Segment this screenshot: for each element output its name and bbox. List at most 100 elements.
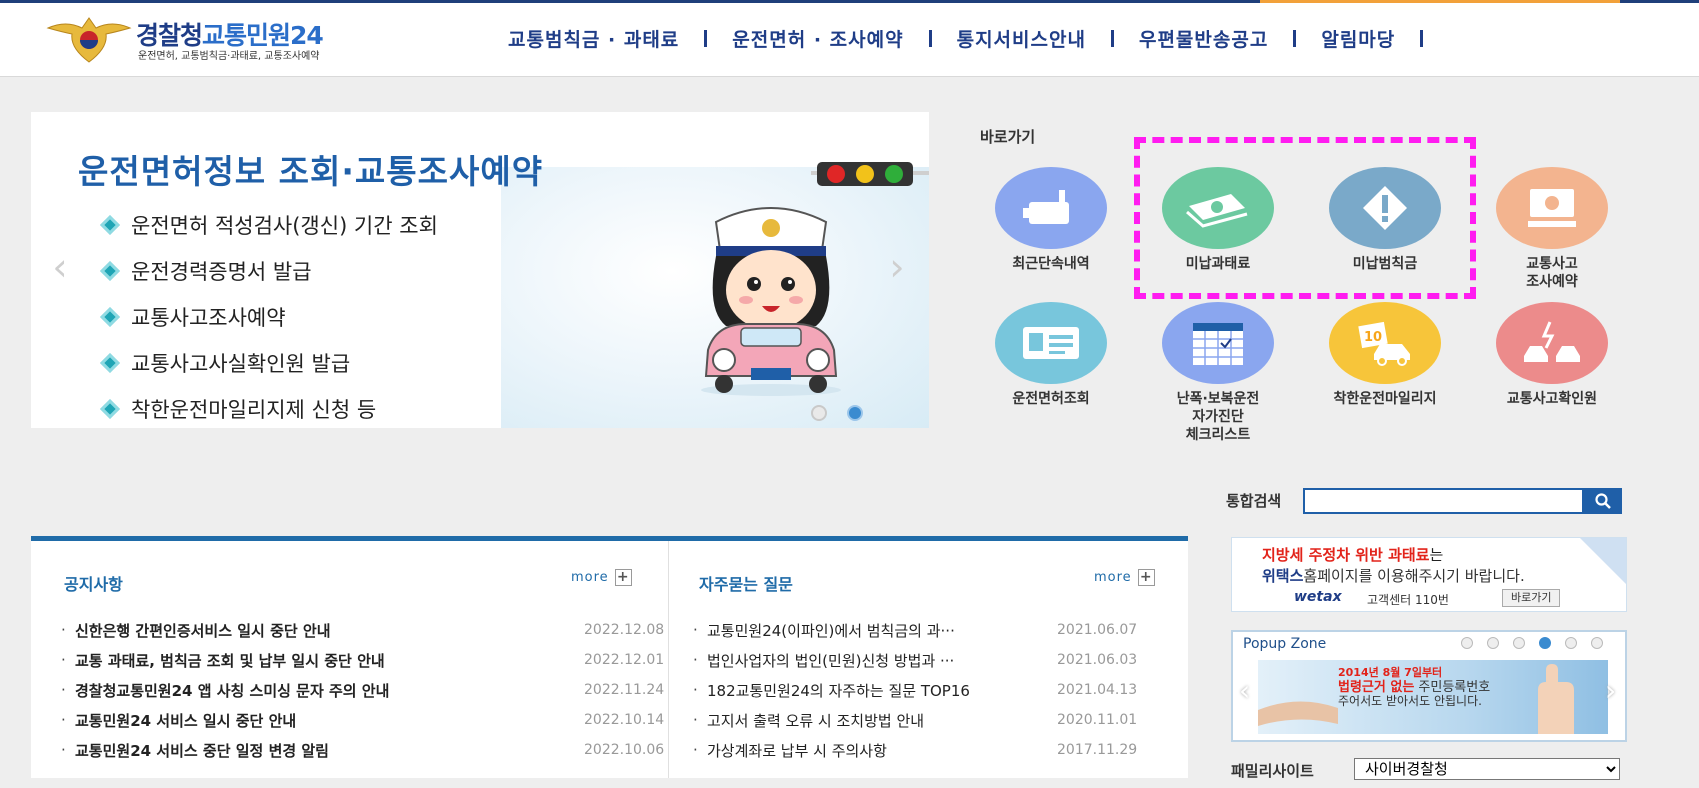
wetax-shortcut-button[interactable]: 바로가기	[1502, 589, 1561, 607]
wetax-call-center: 고객센터 110번	[1367, 593, 1449, 607]
popup-prev-button[interactable]: ‹	[1239, 674, 1250, 707]
notice-date: 2022.10.14	[584, 712, 665, 728]
faq-date: 2020.11.01	[1057, 712, 1138, 728]
monitor-icon	[1496, 167, 1608, 249]
search-button[interactable]	[1584, 488, 1622, 514]
banner-list-item: 교통사고조사예약	[100, 294, 438, 340]
calendar-check-icon	[1162, 302, 1274, 384]
logo-title-prefix: 경찰청	[136, 21, 203, 50]
site-logo[interactable]: 경찰청교통민원24 운전면허, 교통범칙금·과태료, 교통조사예약	[46, 14, 406, 64]
nav-separator	[1110, 30, 1114, 47]
id-card-icon	[995, 302, 1107, 384]
nav-returned-mail[interactable]: 우편물반송공고	[1139, 25, 1268, 52]
banner-item-text: 착한운전마일리지제 신청 등	[131, 398, 377, 422]
police-emblem-icon	[46, 17, 132, 63]
banner-item-text: 교통사고조사예약	[131, 306, 286, 330]
faq-item[interactable]: · 가상계좌로 납부 시 주의사항 2017.11.29	[693, 735, 1137, 765]
quick-accident-certificate[interactable]: 교통사고확인원	[1477, 302, 1627, 408]
quick-good-driving-mileage[interactable]: 10 착한운전마일리지	[1310, 302, 1460, 408]
bullet: ·	[61, 711, 66, 729]
main-banner[interactable]: 운전면허정보 조회·교통조사예약 운전면허 적성검사(갱신) 기간 조회 운전경…	[31, 112, 929, 428]
quick-recent-enforcement[interactable]: 최근단속내역	[976, 167, 1126, 273]
nav-license[interactable]: 운전면허 · 조사예약	[732, 25, 903, 52]
camera-icon	[995, 167, 1107, 249]
notice-title: 교통 과태료, 범칙금 조회 및 납부 일시 중단 안내	[75, 651, 385, 670]
board-panel: 공지사항 more + · 신한은행 간편인증서비스 일시 중단 안내 2022.12…	[31, 536, 1188, 778]
highlight-box	[1134, 137, 1476, 299]
search-icon	[1595, 493, 1611, 509]
logo-subtitle: 운전면허, 교통범칙금·과태료, 교통조사예약	[138, 51, 320, 62]
banner-dot-2[interactable]	[847, 405, 863, 421]
nav-fines[interactable]: 교통범칙금 · 과태료	[508, 25, 679, 52]
notices-more-button[interactable]: more +	[571, 569, 632, 586]
banner-prev-button[interactable]: ‹	[45, 247, 75, 287]
nav-announcements[interactable]: 알림마당	[1321, 25, 1395, 52]
bullet: ·	[693, 651, 698, 669]
faq-item[interactable]: · 고지서 출력 오류 시 조치방법 안내 2020.11.01	[693, 705, 1137, 735]
faq-date: 2021.06.07	[1057, 622, 1138, 638]
popup-dot-5[interactable]	[1565, 637, 1577, 649]
popup-next-button[interactable]: ›	[1605, 674, 1616, 707]
wetax-logo: wetax	[1294, 589, 1342, 605]
notice-date: 2022.12.08	[584, 622, 665, 638]
diamond-bullet-icon	[100, 399, 120, 419]
faq-question: 고지서 출력 오류 시 조치방법 안내	[707, 711, 925, 730]
faq-item[interactable]: · 182교통민원24의 자주하는 질문 TOP16 2021.04.13	[693, 675, 1137, 705]
hand-card-illustration	[1258, 701, 1338, 726]
wetax-line2-rest: 홈페이지를 이용해주시기 바랍니다.	[1303, 567, 1525, 585]
banner-list-item: 운전경력증명서 발급	[100, 248, 438, 294]
quick-aggressive-driving-checklist[interactable]: 난폭·보복운전 자가진단 체크리스트	[1143, 302, 1293, 444]
banner-list-item: 교통사고사실확인원 발급	[100, 340, 438, 386]
bullet: ·	[693, 681, 698, 699]
popup-text-sub: 주어서도 받아서도 안됩니다.	[1338, 694, 1482, 708]
wetax-line1-rest: 는	[1429, 546, 1444, 564]
notice-item[interactable]: · 신한은행 간편인증서비스 일시 중단 안내 2022.12.08	[61, 615, 664, 645]
police-character-illustration	[701, 207, 841, 396]
popup-dot-2[interactable]	[1487, 637, 1499, 649]
banner-item-text: 운전경력증명서 발급	[131, 260, 312, 284]
diamond-bullet-icon	[100, 353, 120, 373]
faq-item[interactable]: · 교통민원24(이파인)에서 범칙금의 과··· 2021.06.07	[693, 615, 1137, 645]
banner-list: 운전면허 적성검사(갱신) 기간 조회 운전경력증명서 발급 교통사고조사예약 …	[100, 202, 438, 428]
wetax-line1: 지방세 주정차 위반 과태료는	[1262, 544, 1443, 565]
quick-label: 난폭·보복운전 자가진단 체크리스트	[1176, 391, 1260, 443]
popup-dot-4[interactable]	[1539, 637, 1551, 649]
search-label: 통합검색	[1226, 492, 1282, 510]
quick-accident-reservation[interactable]: 교통사고 조사예약	[1477, 167, 1627, 291]
banner-item-text: 교통사고사실확인원 발급	[131, 352, 351, 376]
banner-pagination	[811, 405, 883, 421]
nav-separator	[928, 30, 932, 47]
popup-zone: Popup Zone 2014년 8월 7일부터 법령근거 없는 주민등록번호 …	[1231, 630, 1627, 742]
nav-notification[interactable]: 통지서비스안내	[957, 25, 1086, 52]
faq-date: 2021.06.03	[1057, 652, 1138, 668]
popup-dot-1[interactable]	[1461, 637, 1473, 649]
quick-license-lookup[interactable]: 운전면허조회	[976, 302, 1126, 408]
notice-item[interactable]: · 경찰청교통민원24 앱 사칭 스미싱 문자 주의 안내 2022.11.24	[61, 675, 664, 705]
family-site-select[interactable]: 사이버경찰청	[1354, 758, 1620, 780]
faq-item[interactable]: · 법인사업자의 법인(민원)신청 방법과 ··· 2021.06.03	[693, 645, 1137, 675]
faq-date: 2017.11.29	[1057, 742, 1138, 758]
banner-title: 운전면허정보 조회·교통조사예약	[78, 152, 544, 191]
banner-dot-1[interactable]	[811, 405, 827, 421]
bullet: ·	[61, 681, 66, 699]
bullet: ·	[693, 711, 698, 729]
faq-more-button[interactable]: more +	[1094, 569, 1155, 586]
notice-item[interactable]: · 교통 과태료, 범칙금 조회 및 납부 일시 중단 안내 2022.12.01	[61, 645, 664, 675]
nav-separator	[1293, 30, 1297, 47]
popup-dot-6[interactable]	[1591, 637, 1603, 649]
notice-item[interactable]: · 교통민원24 서비스 중단 일정 변경 알림 2022.10.06	[61, 735, 664, 765]
notice-item[interactable]: · 교통민원24 서비스 일시 중단 안내 2022.10.14	[61, 705, 664, 735]
faq-title[interactable]: 자주묻는 질문	[699, 571, 793, 595]
more-label: more	[571, 570, 609, 585]
popup-zone-title: Popup Zone	[1243, 636, 1327, 652]
search-input[interactable]	[1303, 488, 1584, 514]
bullet: ·	[693, 621, 698, 639]
nav-separator	[1420, 30, 1424, 47]
notices-title[interactable]: 공지사항	[64, 571, 123, 595]
wetax-banner[interactable]: 지방세 주정차 위반 과태료는 위택스홈페이지를 이용해주시기 바랍니다. we…	[1231, 537, 1627, 612]
faq-question: 법인사업자의 법인(민원)신청 방법과 ···	[707, 651, 955, 670]
banner-next-button[interactable]: ›	[882, 247, 912, 287]
popup-dot-3[interactable]	[1513, 637, 1525, 649]
car-crash-icon	[1496, 302, 1608, 384]
notice-title: 신한은행 간편인증서비스 일시 중단 안내	[75, 621, 331, 640]
